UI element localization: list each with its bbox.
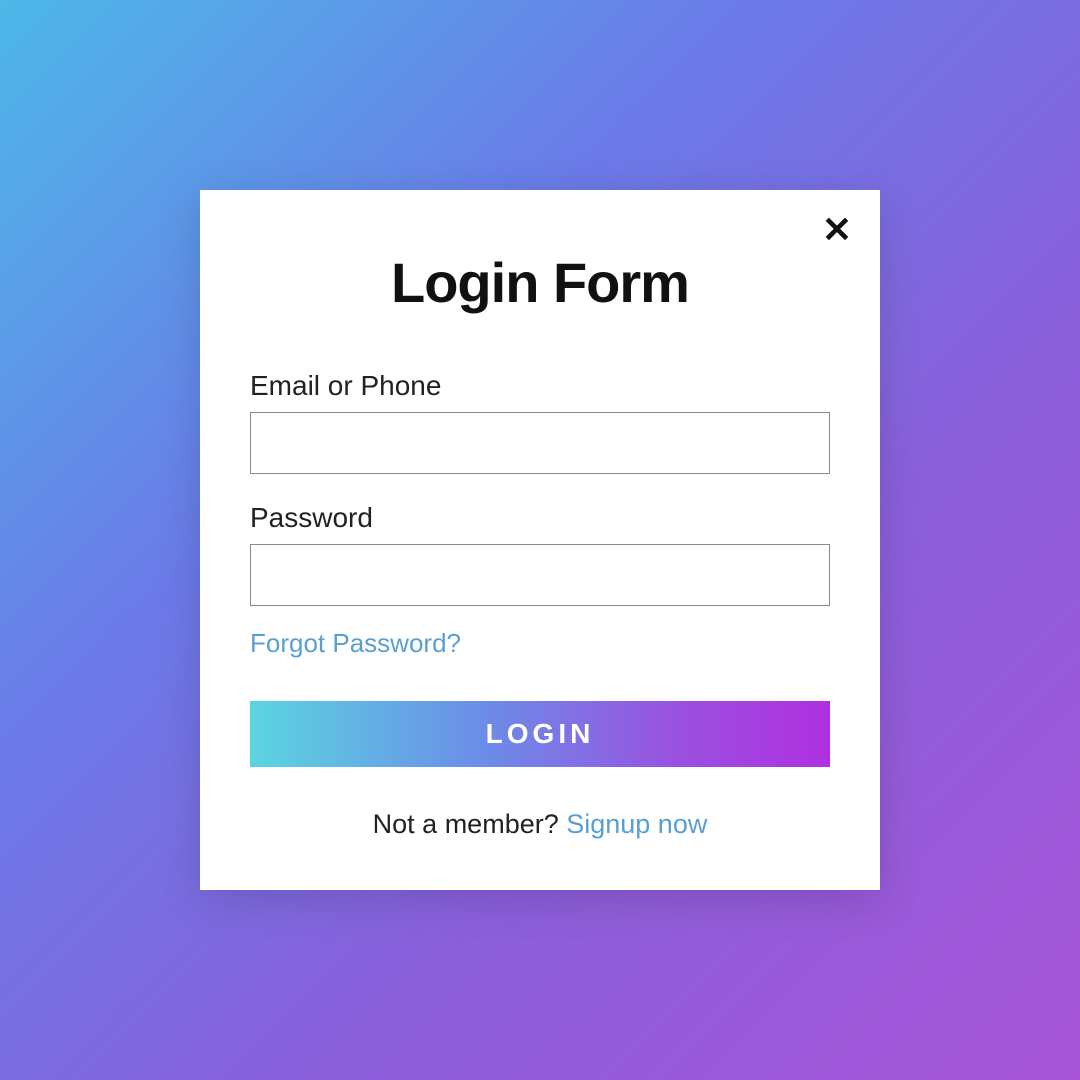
identity-field: Email or Phone bbox=[250, 370, 830, 474]
close-icon: ✕ bbox=[822, 209, 852, 250]
signup-prompt: Not a member? bbox=[373, 809, 567, 839]
password-label: Password bbox=[250, 502, 830, 534]
signup-link[interactable]: Signup now bbox=[566, 809, 707, 839]
login-card: ✕ Login Form Email or Phone Password For… bbox=[200, 190, 880, 890]
password-field: Password bbox=[250, 502, 830, 606]
password-input[interactable] bbox=[250, 544, 830, 606]
close-button[interactable]: ✕ bbox=[822, 212, 852, 248]
forgot-password-link[interactable]: Forgot Password? bbox=[250, 628, 461, 659]
login-button[interactable]: LOGIN bbox=[250, 701, 830, 767]
form-title: Login Form bbox=[250, 250, 830, 315]
identity-input[interactable] bbox=[250, 412, 830, 474]
signup-row: Not a member? Signup now bbox=[250, 809, 830, 840]
identity-label: Email or Phone bbox=[250, 370, 830, 402]
